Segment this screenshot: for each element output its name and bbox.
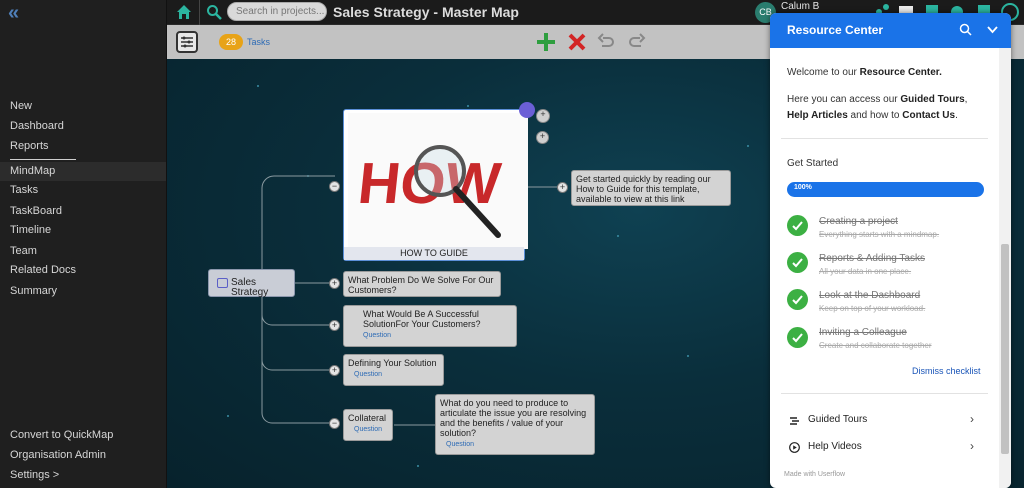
check-icon — [787, 289, 808, 310]
made-with-userflow[interactable]: Made with Userflow — [784, 471, 845, 478]
organisation-admin-link[interactable]: Organisation Admin — [10, 449, 106, 461]
collapse-toggle[interactable]: − — [329, 418, 340, 429]
divider — [781, 138, 988, 139]
play-icon — [789, 442, 800, 453]
sidebar-item-related-docs[interactable]: Related Docs — [10, 264, 76, 276]
progress-label: 100% — [794, 184, 812, 191]
username[interactable]: Calum B — [781, 1, 819, 12]
help-videos-link[interactable]: Help Videos — [808, 441, 862, 452]
scrollbar[interactable] — [999, 48, 1011, 488]
comment-icon — [217, 278, 228, 288]
expand-toggle[interactable]: + — [557, 182, 568, 193]
how-to-guide-image: HOW — [348, 113, 528, 249]
question-tag: Question — [446, 441, 475, 448]
sidebar-item-taskboard[interactable]: TaskBoard — [10, 205, 62, 217]
sidebar-divider — [10, 159, 76, 160]
page-title: Sales Strategy - Master Map — [333, 4, 519, 20]
checklist-item-subtitle: Keep on top of your workload. — [819, 304, 926, 313]
sidebar-item-new[interactable]: New — [10, 100, 32, 112]
sidebar: « New Dashboard Reports MindMap Tasks Ta… — [0, 0, 167, 488]
search-input[interactable] — [227, 2, 327, 21]
sidebar-item-tasks[interactable]: Tasks — [10, 184, 38, 196]
search-icon[interactable] — [959, 23, 972, 36]
node-label: Collateral — [348, 413, 387, 423]
checklist-item-subtitle: Create and collaborate together — [819, 341, 932, 350]
welcome-text: Welcome to our Resource Center. — [787, 67, 942, 78]
how-to-guide-node[interactable]: HOW HOW TO GUIDE — [343, 109, 528, 261]
node-label: What Would Be A Successful SolutionFor Y… — [363, 309, 481, 329]
collateral-note[interactable]: What do you need to produce to articulat… — [435, 394, 595, 455]
node-label: What do you need to produce to articulat… — [440, 398, 587, 438]
intro-text: Here you can access our Guided Tours, He… — [787, 94, 968, 121]
checklist-item-subtitle: All your data in one place. — [819, 267, 912, 276]
home-icon[interactable] — [175, 3, 193, 21]
sidebar-item-mindmap[interactable]: MindMap — [0, 162, 166, 181]
node-label: What Problem Do We Solve For Our Custome… — [348, 275, 494, 295]
sidebar-item-team[interactable]: Team — [10, 245, 37, 257]
node-label: Defining Your Solution — [348, 358, 437, 368]
check-icon — [787, 215, 808, 236]
how-to-guide-caption: HOW TO GUIDE — [344, 247, 524, 260]
expand-toggle[interactable]: + — [329, 278, 340, 289]
add-child-button[interactable]: + — [536, 109, 550, 123]
resource-center-panel: Resource Center Welcome to our Resource … — [770, 13, 1011, 488]
root-node-label: Sales Strategy — [231, 277, 269, 298]
add-child-button[interactable]: + — [536, 131, 549, 144]
check-icon — [787, 252, 808, 273]
chevron-right-icon[interactable]: › — [970, 439, 974, 453]
guided-tours-link[interactable]: Guided Tours — [808, 414, 867, 425]
divider — [781, 393, 988, 394]
expand-toggle[interactable]: + — [329, 365, 340, 376]
get-started-heading: Get Started — [787, 158, 839, 169]
mindmap-node[interactable]: Collateral Question — [343, 409, 393, 441]
collapse-toggle[interactable]: − — [329, 181, 340, 192]
how-to-guide-note[interactable]: Get started quickly by reading our How t… — [571, 170, 731, 206]
chevron-right-icon[interactable]: › — [970, 412, 974, 426]
question-tag: Question — [363, 332, 392, 339]
question-tag: Question — [354, 371, 383, 378]
checklist-item-title[interactable]: Creating a project — [819, 216, 898, 227]
mindmap-node[interactable]: What Problem Do We Solve For Our Custome… — [343, 271, 501, 297]
mindmap-node[interactable]: What Would Be A Successful SolutionFor Y… — [343, 305, 517, 347]
checklist-item-subtitle: Everything starts with a mindmap. — [819, 230, 940, 239]
sidebar-item-summary[interactable]: Summary — [10, 285, 57, 297]
resource-center-body: Welcome to our Resource Center. Here you… — [770, 48, 998, 488]
question-tag: Question — [354, 426, 383, 433]
checklist-item-title[interactable]: Inviting a Colleague — [819, 327, 907, 338]
header-divider — [199, 0, 200, 25]
mindmap-node[interactable]: Defining Your Solution Question — [343, 354, 444, 386]
sidebar-item-reports[interactable]: Reports — [10, 140, 49, 152]
checklist-item-title[interactable]: Look at the Dashboard — [819, 290, 920, 301]
check-icon — [787, 327, 808, 348]
guided-tours-icon — [790, 417, 799, 425]
expand-toggle[interactable]: + — [329, 320, 340, 331]
sidebar-item-timeline[interactable]: Timeline — [10, 224, 51, 236]
chevron-down-icon[interactable] — [986, 23, 999, 36]
dismiss-checklist-link[interactable]: Dismiss checklist — [912, 366, 981, 376]
collapse-sidebar-icon[interactable]: « — [8, 2, 19, 25]
scrollbar-thumb[interactable] — [1001, 244, 1009, 454]
root-node[interactable]: Sales Strategy — [208, 269, 295, 298]
progress-bar: 100% — [787, 182, 984, 197]
settings-link[interactable]: Settings > — [10, 469, 59, 481]
node-handle[interactable] — [519, 102, 535, 118]
resource-center-title: Resource Center — [787, 23, 884, 37]
resource-center-header: Resource Center — [770, 13, 1011, 48]
checklist-item-title[interactable]: Reports & Adding Tasks — [819, 253, 925, 264]
sidebar-item-dashboard[interactable]: Dashboard — [10, 120, 64, 132]
convert-to-quickmap-link[interactable]: Convert to QuickMap — [10, 429, 113, 441]
search-icon[interactable] — [206, 4, 222, 20]
